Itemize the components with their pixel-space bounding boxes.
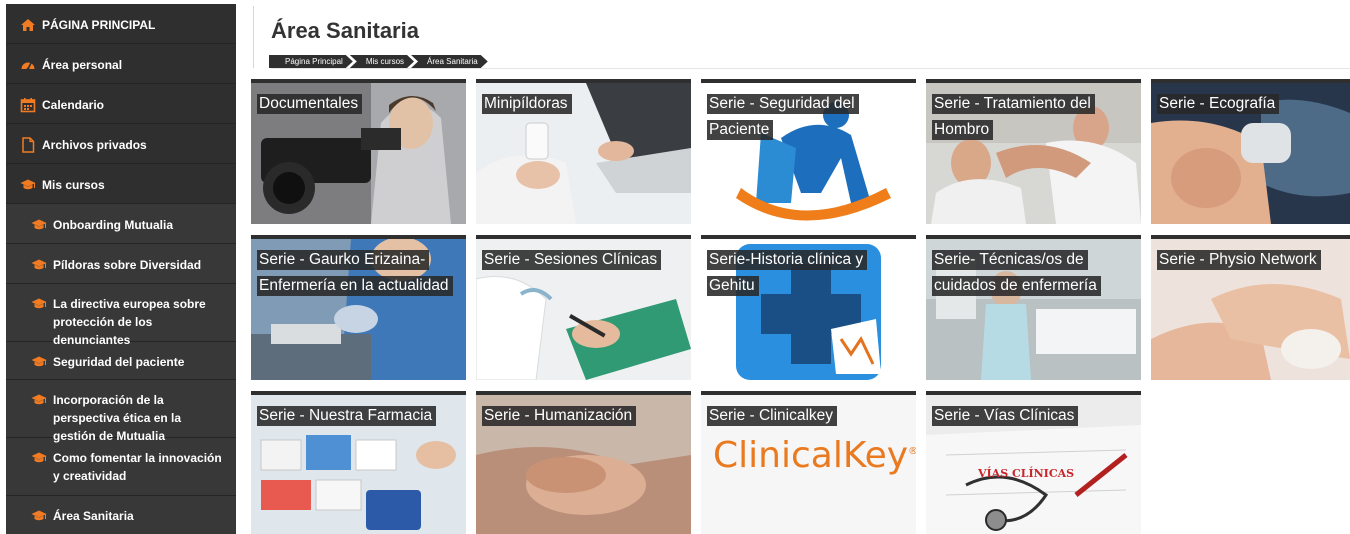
course-title: Serie - Humanización [482,403,687,429]
course-title: Serie - Vías Clínicas [932,403,1137,429]
course-tile-minipildoras[interactable]: Minipíldoras [476,79,691,224]
course-title: Serie - Seguridad del Paciente [707,91,912,143]
graduation-cap-icon [31,296,47,312]
dashboard-icon [20,57,36,73]
graduation-cap-icon [31,354,47,370]
course-tile-physio-network[interactable]: Serie - Physio Network [1151,235,1350,380]
course-tile-humanizacion[interactable]: Serie - Humanización [476,391,691,534]
course-title: Serie - Sesiones Clínicas [482,247,687,273]
sidebar-item-label: Píldoras sobre Diversidad [53,258,202,272]
sidebar-item-area-personal[interactable]: Área personal [6,44,236,84]
registered-mark: ® [908,446,916,457]
course-title: Minipíldoras [482,91,687,117]
sidebar-item-label: Área Sanitaria [53,509,134,523]
sidebar-item-perspectiva-etica[interactable]: Incorporación de la perspectiva ética en… [6,380,236,443]
course-title: Serie - Clinicalkey [707,403,912,429]
course-tile-sesiones-clinicas[interactable]: Serie - Sesiones Clínicas [476,235,691,380]
vias-clinicas-doc-text: VÍAS CLÍNICAS [978,467,1075,480]
sidebar-item-label: Onboarding Mutualia [53,218,173,232]
sidebar-item-label: Como fomentar la innovación y creativida… [53,451,222,483]
course-title: Documentales [257,91,462,117]
sidebar-item-onboarding-mutualia[interactable]: Onboarding Mutualia [6,204,236,244]
sidebar-item-label: La directiva europea sobre protección de… [53,297,206,347]
sidebar-item-pildoras-diversidad[interactable]: Píldoras sobre Diversidad [6,244,236,284]
sidebar-item-label: Seguridad del paciente [53,355,185,369]
breadcrumb-item-area-sanitaria[interactable]: Área Sanitaria [411,55,488,68]
header-rule [271,68,1350,69]
file-icon [20,137,36,153]
sidebar-item-area-sanitaria[interactable]: Área Sanitaria [6,496,236,534]
course-tile-clinicalkey[interactable]: ClinicalKey® Serie - Clinicalkey [701,391,916,534]
sidebar-item-archivos-privados[interactable]: Archivos privados [6,124,236,164]
graduation-cap-icon [31,508,47,524]
course-tile-historia-clinica[interactable]: Serie-Historia clínica y Gehitu [701,235,916,380]
sidebar-item-innovacion-creatividad[interactable]: Como fomentar la innovación y creativida… [6,438,236,496]
breadcrumb-item-mis-cursos[interactable]: Mis cursos [350,55,414,68]
sidebar-item-label: PÁGINA PRINCIPAL [42,18,156,32]
course-title: Serie - Nuestra Farmacia [257,403,462,429]
course-title: Serie - Tratamiento del Hombro [932,91,1137,143]
sidebar-item-label: Incorporación de la perspectiva ética en… [53,393,182,443]
course-title: Serie-Historia clínica y Gehitu [707,247,912,299]
course-tile-tratamiento-hombro[interactable]: Serie - Tratamiento del Hombro [926,79,1141,224]
course-title: Serie - Physio Network [1157,247,1346,273]
breadcrumb-item-home[interactable]: Página Principal [269,55,353,68]
page-title: Área Sanitaria [271,18,419,43]
course-tile-vias-clinicas[interactable]: VÍAS CLÍNICAS Serie - Vías Clínicas [926,391,1141,534]
course-title: Serie - Gaurko Erizaina-Enfermería en la… [257,247,462,299]
course-tile-documentales[interactable]: Documentales [251,79,466,224]
graduation-cap-icon [31,257,47,273]
graduation-cap-icon [20,177,36,193]
clinicalkey-logo-text: ClinicalKey [713,435,909,476]
graduation-cap-icon [31,217,47,233]
sidebar-item-label: Área personal [42,58,123,72]
course-tile-seguridad-paciente[interactable]: Serie - Seguridad del Paciente [701,79,916,224]
course-tile-gaurko-erizaina[interactable]: Serie - Gaurko Erizaina-Enfermería en la… [251,235,466,380]
course-title: Serie - Ecografía [1157,91,1346,117]
breadcrumb: Página Principal Mis cursos Área Sanitar… [269,55,488,68]
sidebar-item-pagina-principal[interactable]: PÁGINA PRINCIPAL [6,4,236,44]
sidebar: PÁGINA PRINCIPAL Área personal Calendari… [6,4,236,534]
course-tile-nuestra-farmacia[interactable]: Serie - Nuestra Farmacia [251,391,466,534]
course-title: Serie- Técnicas/os de cuidados de enferm… [932,247,1137,299]
graduation-cap-icon [31,450,47,466]
course-tile-ecografia[interactable]: Serie - Ecografía [1151,79,1350,224]
sidebar-item-label: Calendario [42,98,105,112]
sidebar-item-calendario[interactable]: Calendario [6,84,236,124]
home-icon [20,17,36,33]
sidebar-item-directiva-europea[interactable]: La directiva europea sobre protección de… [6,284,236,347]
sidebar-item-label: Archivos privados [42,138,147,152]
header-divider [253,6,254,68]
sidebar-item-mis-cursos[interactable]: Mis cursos [6,164,236,204]
sidebar-item-label: Mis cursos [42,178,105,192]
calendar-icon [20,97,36,113]
course-tile-tecnicos-cuidados[interactable]: Serie- Técnicas/os de cuidados de enferm… [926,235,1141,380]
graduation-cap-icon [31,392,47,408]
